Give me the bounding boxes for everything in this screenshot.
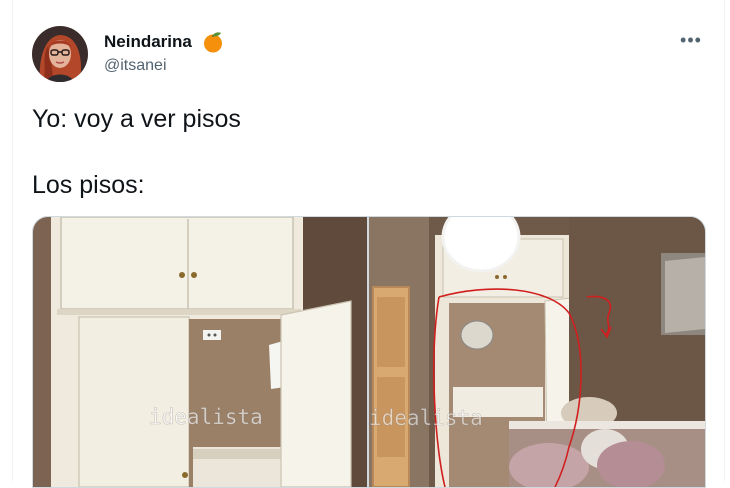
tangerine-emoji-icon — [202, 31, 224, 53]
author-handle[interactable]: @itsanei — [104, 56, 167, 76]
more-options-icon[interactable]: ••• — [676, 30, 706, 54]
tweet-text-line-1: Yo: voy a ver pisos — [32, 105, 241, 133]
author-name[interactable]: Neindarina — [104, 32, 192, 52]
media-photo-1[interactable]: idealista — [33, 217, 367, 487]
media-watermark-1: idealista — [149, 405, 263, 429]
tweet-text-line-2: Los pisos: — [32, 171, 145, 199]
media-watermark-2: idealista — [369, 406, 483, 430]
avatar[interactable] — [32, 26, 88, 82]
media-photo-2[interactable]: idealista — [369, 217, 705, 487]
tweet-media[interactable]: idealista idealista — [32, 216, 706, 488]
